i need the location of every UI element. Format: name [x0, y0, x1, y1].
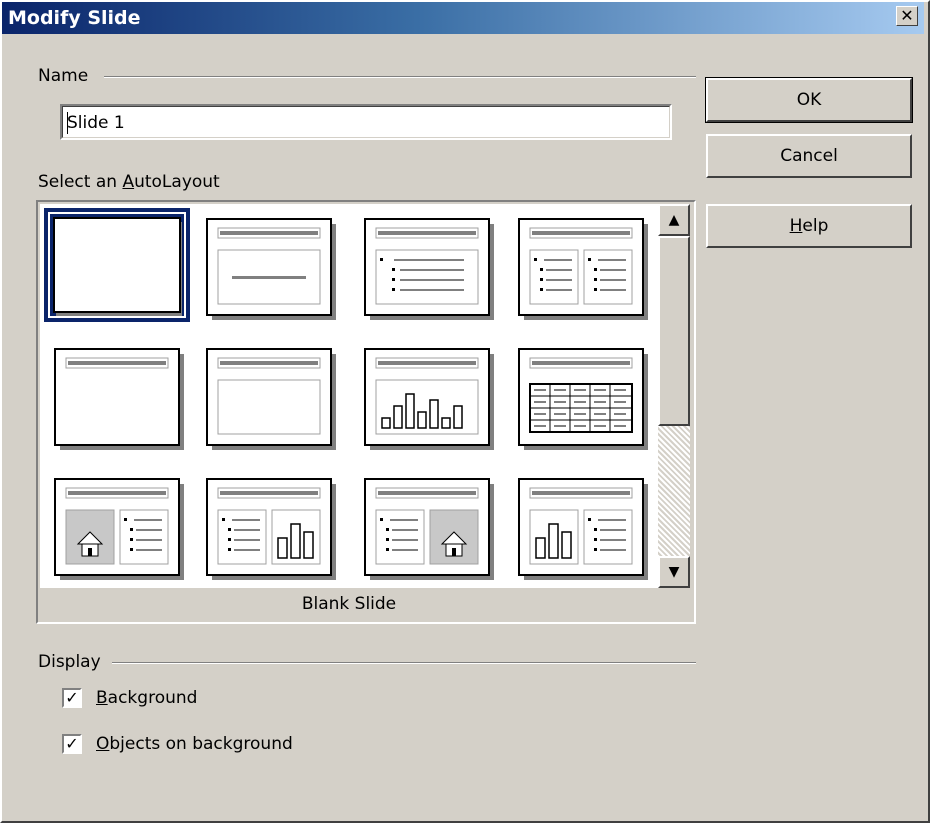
layout-scrollbar[interactable]: ▲ ▼: [658, 204, 690, 588]
layout-title-image-bullets[interactable]: [54, 478, 186, 582]
name-input[interactable]: Slide 1: [60, 104, 672, 140]
close-button[interactable]: ✕: [896, 6, 918, 26]
display-label: Display: [38, 652, 101, 672]
arrow-down-icon: ▼: [668, 564, 680, 580]
layout-title-bullets-image[interactable]: [364, 478, 496, 582]
layout-blank-slide[interactable]: [44, 208, 190, 322]
objects-on-background-label[interactable]: Objects on background: [96, 734, 293, 754]
help-button[interactable]: Help: [706, 204, 912, 248]
text-caret: [67, 112, 68, 134]
close-icon: ✕: [900, 6, 914, 25]
title-bar[interactable]: Modify Slide ✕: [2, 2, 924, 34]
layout-title-chart-bullets[interactable]: [518, 478, 650, 582]
layout-title-table[interactable]: [518, 348, 650, 452]
checkmark-icon: ✓: [65, 688, 79, 707]
layout-title-content[interactable]: [206, 348, 338, 452]
display-separator: [112, 662, 696, 664]
selected-layout-name: Blank Slide: [40, 588, 658, 620]
background-checkbox-label[interactable]: Background: [96, 688, 197, 708]
layout-title-only-centered[interactable]: [206, 218, 338, 322]
scroll-down-button[interactable]: ▼: [658, 556, 690, 588]
layout-title-bullets-chart[interactable]: [206, 478, 338, 582]
background-checkbox[interactable]: ✓: [62, 688, 82, 708]
scroll-thumb[interactable]: [658, 236, 690, 426]
name-label: Name: [38, 66, 89, 86]
autolayout-grid: [40, 204, 658, 588]
layout-title-only[interactable]: [54, 348, 186, 452]
objects-on-background-checkbox[interactable]: ✓: [62, 734, 82, 754]
dialog-title: Modify Slide: [8, 7, 141, 29]
arrow-up-icon: ▲: [668, 212, 680, 228]
ok-button[interactable]: OK: [705, 77, 913, 123]
name-input-value: Slide 1: [67, 113, 125, 133]
layout-title-2-bullets[interactable]: [518, 218, 650, 322]
checkmark-icon: ✓: [65, 734, 79, 753]
cancel-button[interactable]: Cancel: [706, 134, 912, 178]
name-separator: [104, 76, 696, 78]
scroll-up-button[interactable]: ▲: [658, 204, 690, 236]
layout-title-chart[interactable]: [364, 348, 496, 452]
autolayout-label: Select an AutoLayout: [38, 172, 220, 192]
layout-title-bullets[interactable]: [364, 218, 496, 322]
